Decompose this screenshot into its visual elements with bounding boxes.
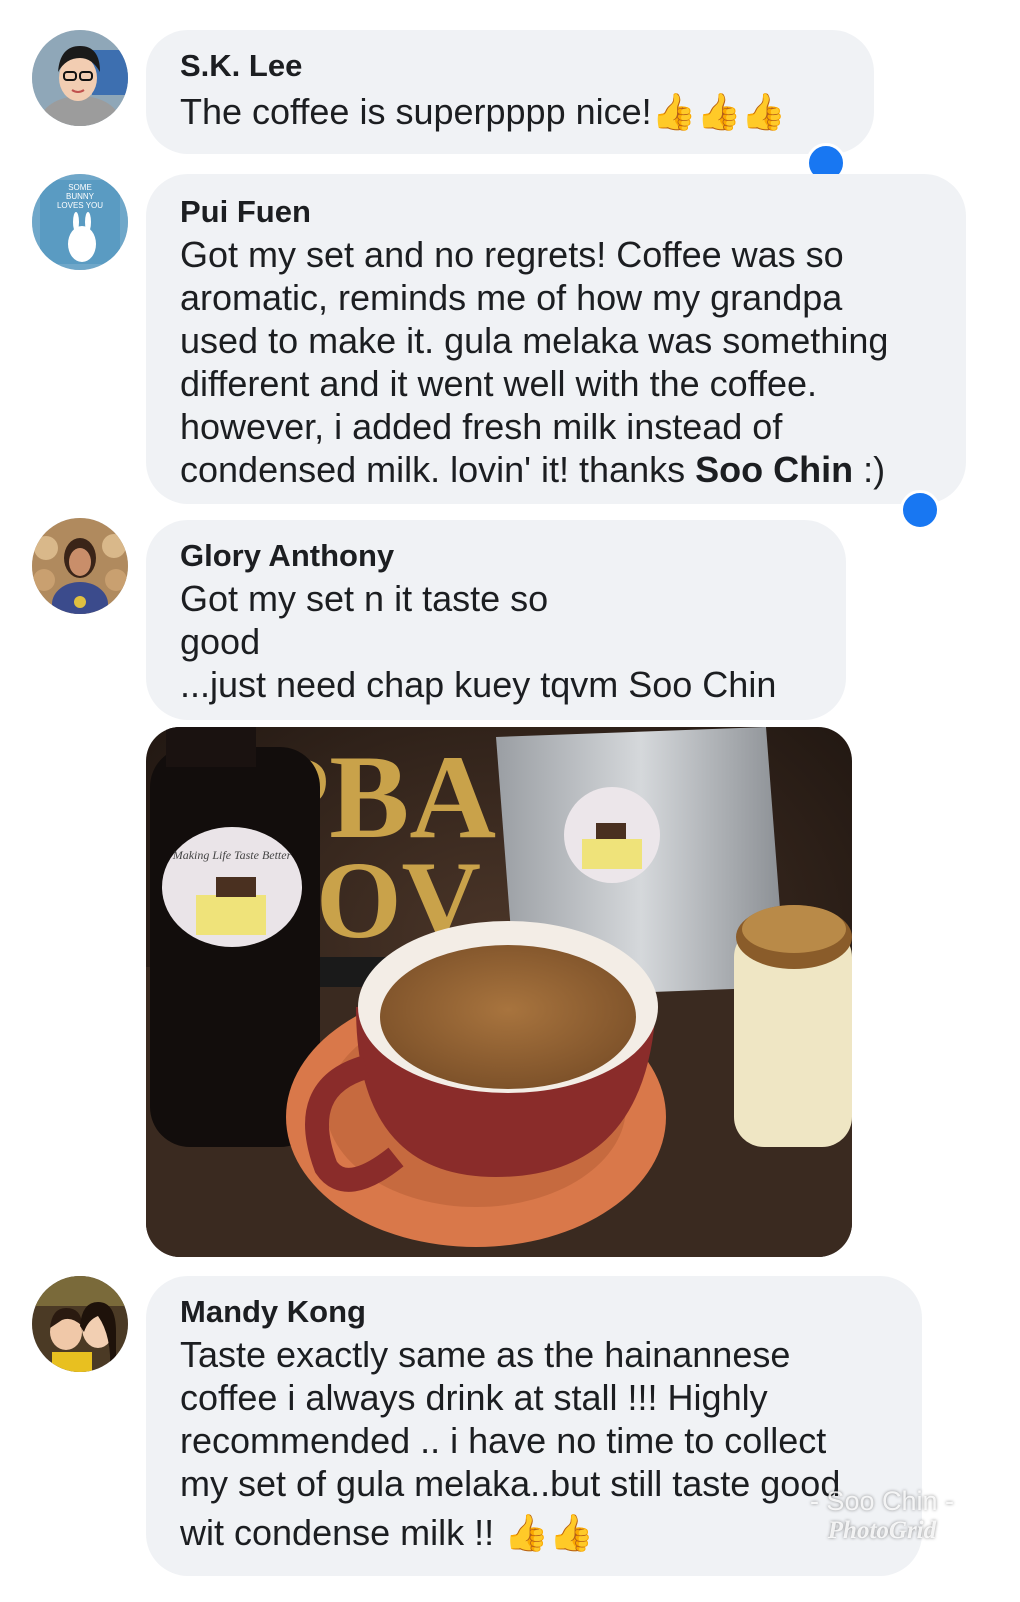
- comment-line: aromatic, reminds me of how my grandpa: [180, 277, 843, 318]
- comment-author[interactable]: Pui Fuen: [180, 194, 932, 230]
- watermark-line1: - Soo Chin -: [809, 1486, 954, 1516]
- svg-text:Making Life Taste Better: Making Life Taste Better: [172, 848, 292, 862]
- comment-line: different and it went well with the coff…: [180, 363, 818, 404]
- comment-author[interactable]: Glory Anthony: [180, 538, 812, 574]
- comment-author[interactable]: S.K. Lee: [180, 48, 840, 84]
- watermark-line2: PhotoGrid: [827, 1517, 937, 1544]
- svg-text:LOVES YOU: LOVES YOU: [57, 201, 103, 210]
- comment-line: Taste exactly same as the hainannese: [180, 1334, 791, 1375]
- like-reaction-icon[interactable]: [900, 490, 940, 530]
- photogrid-watermark: - Soo Chin - PhotoGrid: [810, 1486, 954, 1545]
- comment-line-last: wit condense milk !! 👍👍: [180, 1511, 888, 1554]
- avatar-sk-lee[interactable]: [32, 30, 128, 126]
- avatar-pui-fuen[interactable]: SOME BUNNY LOVES YOU: [32, 174, 128, 270]
- avatar-glory-anthony[interactable]: [32, 518, 128, 614]
- comment-bubble: Pui Fuen Got my set and no regrets! Coff…: [146, 174, 966, 504]
- thumbs-up-icon: 👍👍👍: [651, 91, 787, 132]
- comment-line: coffee i always drink at stall !!! Highl…: [180, 1377, 768, 1418]
- coffee-photo: PBA OV Making Life Taste Better: [146, 727, 852, 1257]
- comment-line: good: [180, 621, 261, 662]
- avatar-mandy-kong[interactable]: [32, 1276, 128, 1372]
- svg-text:SOME: SOME: [68, 183, 92, 192]
- comment-line: however, i added fresh milk instead of: [180, 406, 783, 447]
- comment-text: The coffee is superpppp nice!: [180, 91, 652, 132]
- comment-text: condensed milk. lovin' it! thanks: [180, 449, 696, 490]
- thumbs-up-icon: 👍👍: [504, 1512, 594, 1553]
- comment-bubble: Glory Anthony Got my set n it taste so g…: [146, 520, 846, 720]
- comment-line-last: condensed milk. lovin' it! thanks Soo Ch…: [180, 448, 932, 491]
- comment-bubble: S.K. Lee The coffee is superpppp nice!👍👍…: [146, 30, 874, 154]
- comment-text: :): [853, 449, 886, 490]
- comment-line: Got my set and no regrets! Coffee was so: [180, 234, 844, 275]
- comment-text: wit condense milk !!: [180, 1512, 505, 1553]
- comment-line: my set of gula melaka..but still taste g…: [180, 1463, 841, 1504]
- photo-attachment[interactable]: PBA OV Making Life Taste Better: [146, 727, 852, 1257]
- svg-text:BUNNY: BUNNY: [66, 192, 95, 201]
- mention-link[interactable]: Soo Chin: [695, 449, 853, 490]
- comment-line: recommended .. i have no time to collect: [180, 1420, 827, 1461]
- comment-line: used to make it. gula melaka was somethi…: [180, 320, 889, 361]
- comment-line: Got my set n it taste so: [180, 578, 549, 619]
- comment-bubble: Mandy Kong Taste exactly same as the hai…: [146, 1276, 922, 1576]
- comment-line: ...just need chap kuey tqvm Soo Chin: [180, 664, 777, 705]
- comment-author[interactable]: Mandy Kong: [180, 1294, 888, 1330]
